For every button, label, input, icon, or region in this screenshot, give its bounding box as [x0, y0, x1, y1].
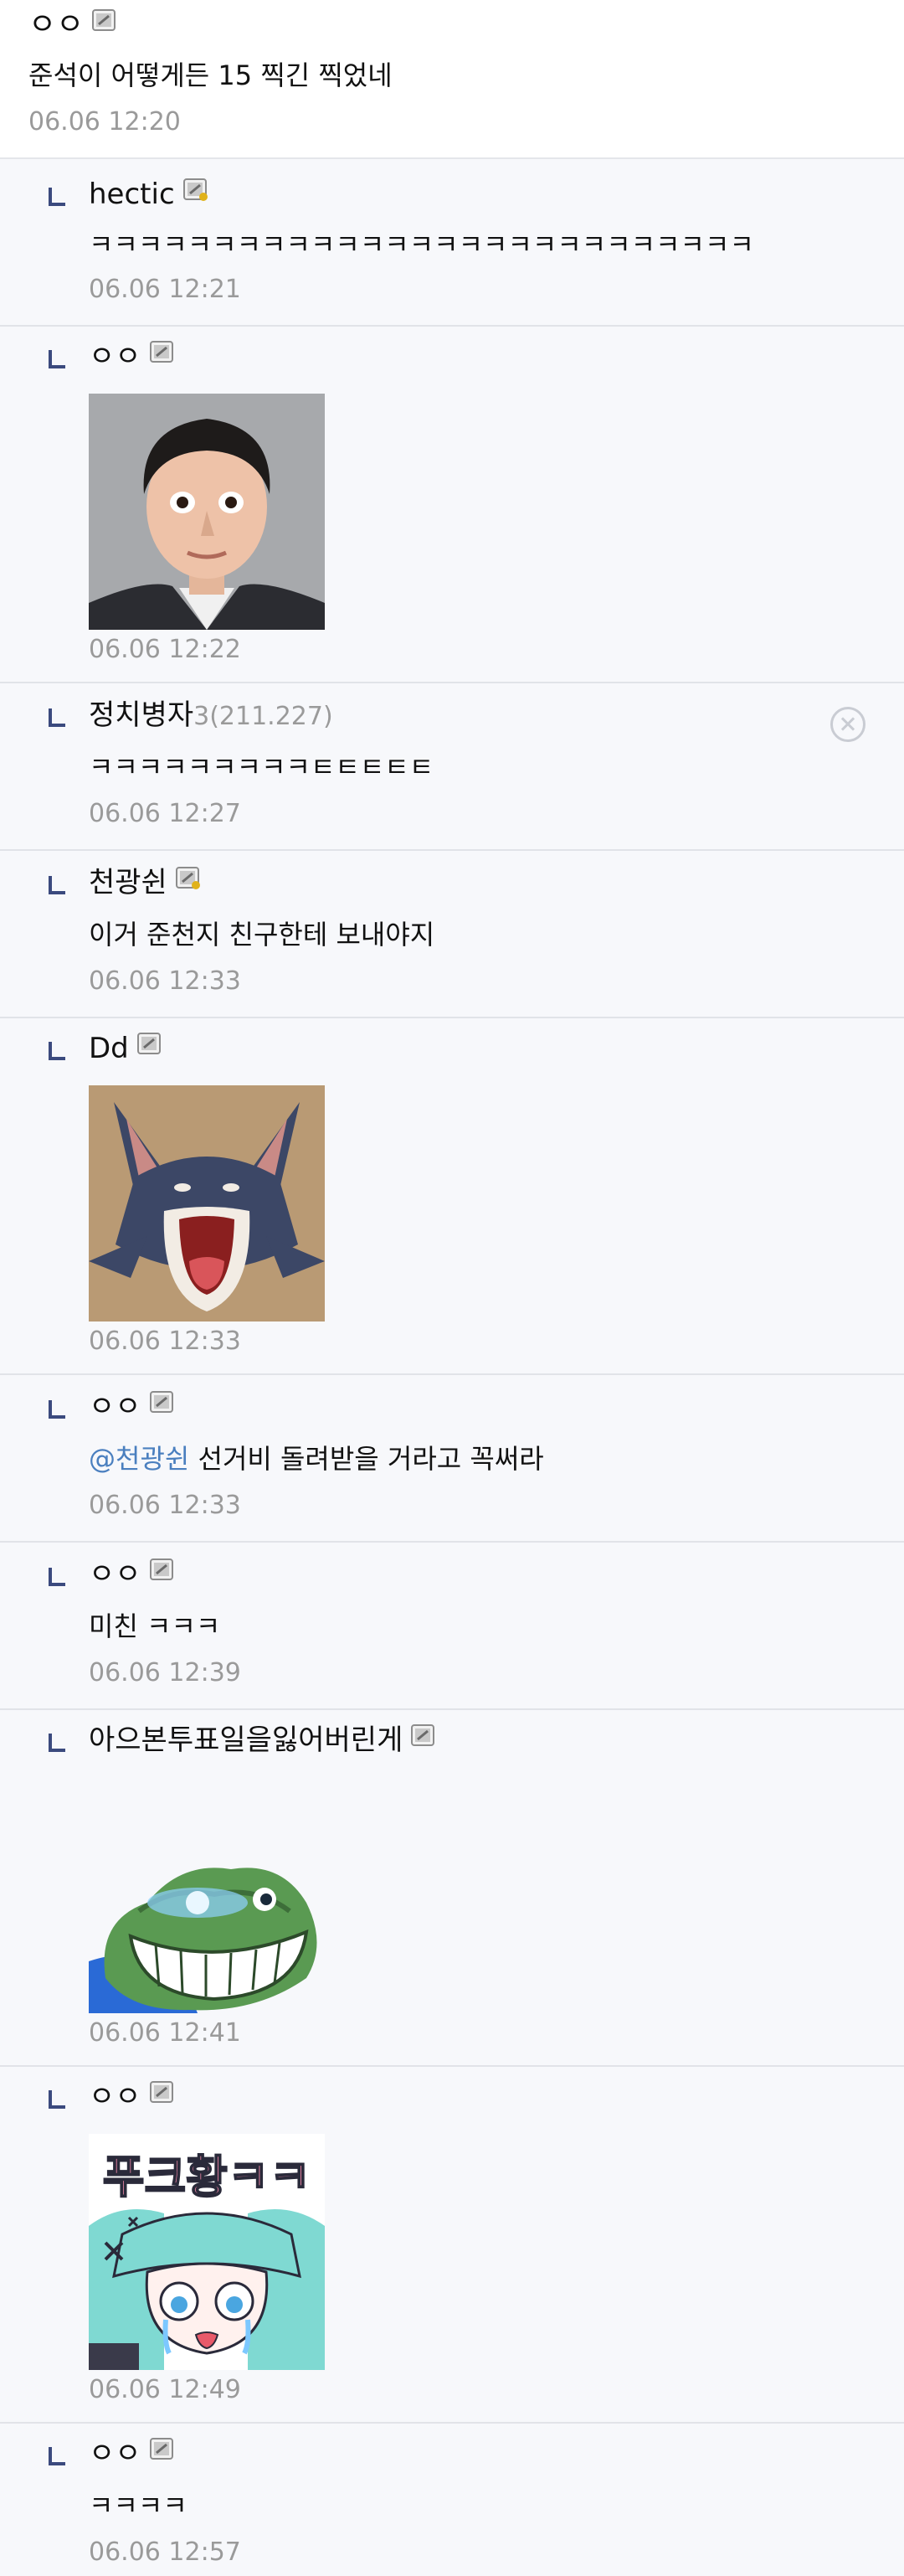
- nickname[interactable]: ㅇㅇ: [89, 340, 141, 374]
- fixed-nick-icon: [150, 2438, 175, 2461]
- comment-text: 미친 ㅋㅋㅋ: [89, 1610, 221, 1642]
- comment-author[interactable]: ㅇㅇ: [89, 338, 175, 375]
- reply-arrow-icon: [49, 2090, 65, 2109]
- comment-date: 06.06 12:33: [89, 966, 241, 996]
- comment-thread: ㅇㅇ 준석이 어떻게든 15 찍긴 찍었네 06.06 12:20 hectic…: [0, 0, 904, 2576]
- nickname[interactable]: hectic: [89, 178, 175, 211]
- author-ip: 3(211.227): [193, 702, 333, 731]
- fixed-nick-icon: [150, 1558, 175, 1582]
- reply-arrow-icon: [49, 2447, 65, 2465]
- attached-sticker[interactable]: [89, 1777, 325, 2013]
- comment-text: 준석이 어떻게든 15 찍긴 찍었네: [28, 59, 393, 91]
- reply-item: 천광쉰 이거 준천지 친구한테 보내야지 06.06 12:33: [0, 851, 904, 1018]
- nickname[interactable]: Dd: [89, 1032, 129, 1065]
- fixed-nick-icon: [150, 2081, 175, 2105]
- comment-text: 이거 준천지 친구한테 보내야지: [89, 919, 435, 951]
- comment-author[interactable]: 정치병자3(211.227): [89, 697, 333, 735]
- reply-item: ㅇㅇ 푸크황ㅋㅋ 06.06 12:49: [0, 2067, 904, 2424]
- reply-arrow-icon: [49, 708, 65, 727]
- comment-author[interactable]: 아으본투표일을잃어버린게: [89, 1722, 436, 1759]
- comment-date: 06.06 12:22: [89, 635, 241, 664]
- reply-arrow-icon: [49, 1734, 65, 1752]
- fixed-nick-key-icon: [176, 867, 201, 890]
- comment-text: ㅋㅋㅋㅋ: [89, 2490, 187, 2522]
- comment-date: 06.06 12:49: [89, 2375, 241, 2404]
- reply-item: ㅇㅇ @천광쉰 선거비 돌려받을 거라고 꼭써라 06.06 12:33: [0, 1375, 904, 1543]
- reply-item: ㅇㅇ 06.06 12:22: [0, 327, 904, 683]
- sticker-caption: 푸크황ㅋㅋ: [103, 2151, 311, 2203]
- comment-date: 06.06 12:57: [89, 2537, 241, 2567]
- comment-author[interactable]: ㅇㅇ: [89, 2079, 175, 2115]
- comment-date: 06.06 12:41: [89, 2018, 241, 2048]
- nickname[interactable]: ㅇㅇ: [89, 1558, 141, 1591]
- reply-arrow-icon: [49, 1400, 65, 1419]
- reply-item: Dd 06.06 12:33: [0, 1018, 904, 1375]
- attached-sticker[interactable]: 푸크황ㅋㅋ: [89, 2134, 325, 2370]
- comment-author[interactable]: Dd: [89, 1030, 162, 1067]
- nickname[interactable]: 정치병자: [89, 698, 193, 732]
- fixed-nick-icon: [150, 341, 175, 364]
- comment-author[interactable]: hectic: [89, 176, 208, 213]
- comment-date: 06.06 12:33: [89, 1327, 241, 1356]
- reply-item: ㅇㅇ ㅋㅋㅋㅋ 06.06 12:57: [0, 2424, 904, 2576]
- mention-link[interactable]: @천광쉰: [89, 1443, 189, 1475]
- nickname[interactable]: 아으본투표일을잃어버린게: [89, 1723, 403, 1757]
- delete-button[interactable]: [830, 707, 865, 742]
- nickname[interactable]: ㅇㅇ: [89, 2080, 141, 2114]
- nickname[interactable]: ㅇㅇ: [28, 8, 84, 42]
- nickname[interactable]: ㅇㅇ: [89, 1390, 141, 1424]
- comment-text: ㅋㅋㅋㅋㅋㅋㅋㅋㅋㅌㅌㅌㅌㅌ: [89, 751, 434, 783]
- reply-item: 아으본투표일을잃어버린게 06.06 12:41: [0, 1710, 904, 2067]
- reply-arrow-icon: [49, 1568, 65, 1586]
- nickname[interactable]: ㅇㅇ: [89, 2437, 141, 2470]
- reply-arrow-icon: [49, 188, 65, 206]
- fixed-nick-key-icon: [183, 178, 208, 202]
- fixed-nick-icon: [150, 1391, 175, 1414]
- fixed-nick-icon: [411, 1724, 436, 1748]
- comment-text: @천광쉰 선거비 돌려받을 거라고 꼭써라: [89, 1440, 544, 1477]
- reply-item: 정치병자3(211.227) ㅋㅋㅋㅋㅋㅋㅋㅋㅋㅌㅌㅌㅌㅌ 06.06 12:2…: [0, 683, 904, 851]
- comment-date: 06.06 12:39: [89, 1658, 241, 1687]
- reply-arrow-icon: [49, 1042, 65, 1060]
- fixed-nick-icon: [137, 1033, 162, 1056]
- comment-author[interactable]: ㅇㅇ: [89, 1388, 175, 1425]
- comment-item: ㅇㅇ 준석이 어떻게든 15 찍긴 찍었네 06.06 12:20: [0, 0, 904, 159]
- reply-arrow-icon: [49, 876, 65, 894]
- reply-item: ㅇㅇ 미친 ㅋㅋㅋ 06.06 12:39: [0, 1543, 904, 1710]
- comment-text: ㅋㅋㅋㅋㅋㅋㅋㅋㅋㅋㅋㅋㅋㅋㅋㅋㅋㅋㅋㅋㅋㅋㅋㅋㅋㅋㅋ: [89, 229, 754, 260]
- attached-photo[interactable]: [89, 394, 325, 630]
- fixed-nick-icon: [92, 9, 117, 33]
- reply-item: hectic ㅋㅋㅋㅋㅋㅋㅋㅋㅋㅋㅋㅋㅋㅋㅋㅋㅋㅋㅋㅋㅋㅋㅋㅋㅋㅋㅋ 06.06…: [0, 159, 904, 327]
- comment-author[interactable]: 천광쉰: [89, 864, 201, 901]
- attached-image[interactable]: [89, 1085, 325, 1321]
- comment-date: 06.06 12:27: [89, 799, 241, 828]
- reply-arrow-icon: [49, 350, 65, 368]
- comment-author[interactable]: ㅇㅇ: [28, 7, 117, 44]
- comment-author[interactable]: ㅇㅇ: [89, 2435, 175, 2472]
- comment-author[interactable]: ㅇㅇ: [89, 1556, 175, 1593]
- comment-date: 06.06 12:20: [28, 107, 181, 137]
- nickname[interactable]: 천광쉰: [89, 866, 167, 899]
- comment-date: 06.06 12:33: [89, 1491, 241, 1520]
- comment-date: 06.06 12:21: [89, 275, 241, 304]
- comment-body: 선거비 돌려받을 거라고 꼭써라: [189, 1443, 544, 1475]
